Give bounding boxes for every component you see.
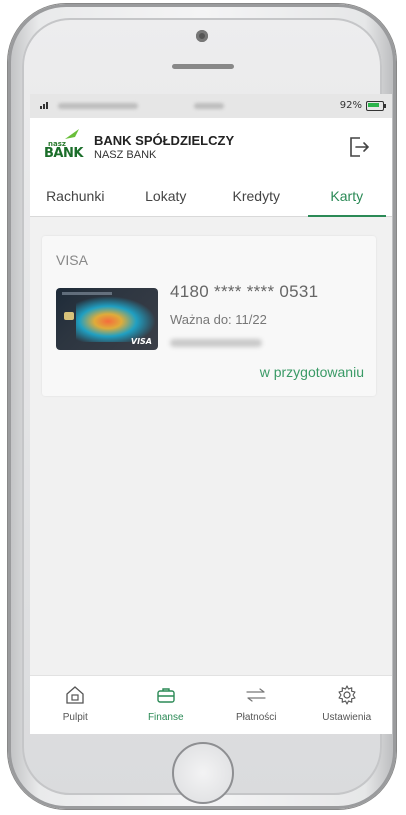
bottom-navigation: Pulpit Finanse Płatności Ustawienia: [30, 675, 392, 734]
tab-bar: Rachunki Lokaty Kredyty Karty: [30, 176, 392, 217]
nav-ustawienia[interactable]: Ustawienia: [302, 676, 393, 734]
nav-finanse-label: Finanse: [147, 712, 184, 723]
chip-icon: [64, 312, 74, 320]
card-expiry: Ważna do: 11/22: [170, 312, 267, 327]
app-screen: 92% nasz BANK BANK SPÓŁDZIELCZY NASZ BAN…: [30, 94, 392, 734]
home-button[interactable]: [172, 742, 234, 804]
tab-karty[interactable]: Karty: [302, 176, 393, 217]
nav-pulpit[interactable]: Pulpit: [30, 676, 121, 734]
card-type-label: VISA: [56, 252, 88, 268]
signal-icon: [40, 102, 48, 109]
card-panel[interactable]: VISA VISA 4180 **** **** 0531 Ważna do: …: [42, 236, 376, 396]
battery-percent: 92%: [339, 100, 362, 111]
bank-subtitle: NASZ BANK: [94, 149, 157, 161]
clock-blurred: [194, 103, 224, 109]
home-icon: [66, 686, 84, 704]
nav-platnosci[interactable]: Płatności: [211, 676, 302, 734]
front-camera: [196, 30, 208, 42]
battery-icon: [366, 101, 386, 111]
logo-big-text: BANK: [44, 146, 83, 161]
status-bar: 92%: [30, 94, 392, 118]
card-image: VISA: [56, 288, 158, 350]
tab-lokaty[interactable]: Lokaty: [121, 176, 212, 216]
card-status: w przygotowaniu: [259, 364, 364, 380]
gear-icon: [338, 685, 356, 705]
carrier-name-blurred: [58, 103, 138, 109]
tab-rachunki[interactable]: Rachunki: [30, 176, 121, 216]
bank-logo: nasz BANK: [44, 128, 88, 162]
nav-ustawienia-label: Ustawienia: [322, 712, 372, 723]
nav-finanse[interactable]: Finanse: [121, 676, 212, 734]
nav-pulpit-label: Pulpit: [62, 712, 88, 723]
card-holder-blurred: [170, 339, 262, 347]
visa-logo: VISA: [130, 337, 152, 346]
card-number: 4180 **** **** 0531: [170, 282, 319, 301]
tab-kredyty[interactable]: Kredyty: [211, 176, 302, 216]
transfer-icon: [246, 688, 266, 702]
briefcase-icon: [157, 688, 175, 703]
bank-title: BANK SPÓŁDZIELCZY: [94, 133, 235, 148]
leaf-icon: [65, 129, 79, 139]
app-header: nasz BANK BANK SPÓŁDZIELCZY NASZ BANK: [30, 118, 392, 176]
logout-icon[interactable]: [346, 134, 372, 160]
nav-platnosci-label: Płatności: [235, 712, 277, 723]
earpiece-speaker: [172, 64, 234, 69]
